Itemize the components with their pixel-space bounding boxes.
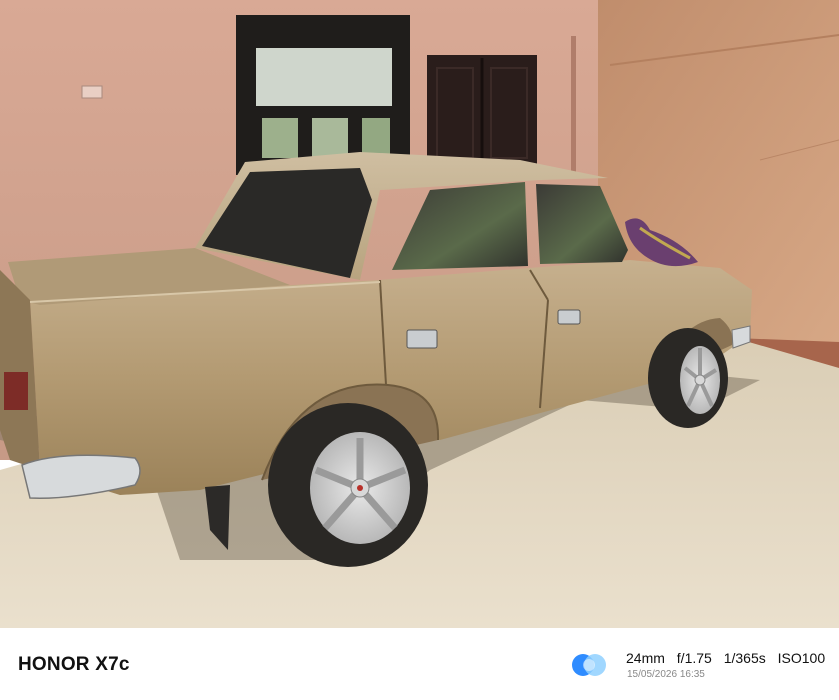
aperture: f/1.75 bbox=[676, 650, 712, 666]
camera-logo-icon bbox=[572, 654, 606, 676]
car-photo bbox=[0, 0, 839, 628]
focal-length: 24mm bbox=[626, 650, 665, 666]
watermark-footer: HONOR X7c 24mm f/1.75 1/365s ISO100 15/0… bbox=[0, 628, 839, 700]
capture-datetime: 15/05/2026 16:35 bbox=[627, 669, 705, 680]
shutter-speed: 1/365s bbox=[723, 650, 766, 666]
iso: ISO100 bbox=[777, 650, 826, 666]
door bbox=[427, 55, 537, 173]
rear-door-handle bbox=[406, 329, 438, 349]
camera-brand: HONOR X7c bbox=[18, 654, 130, 675]
window bbox=[236, 15, 410, 175]
rear-wheel bbox=[268, 403, 428, 567]
front-wheel bbox=[648, 328, 728, 428]
front-door-handle bbox=[557, 309, 581, 325]
exif-info: 24mm f/1.75 1/365s ISO100 bbox=[626, 650, 825, 666]
